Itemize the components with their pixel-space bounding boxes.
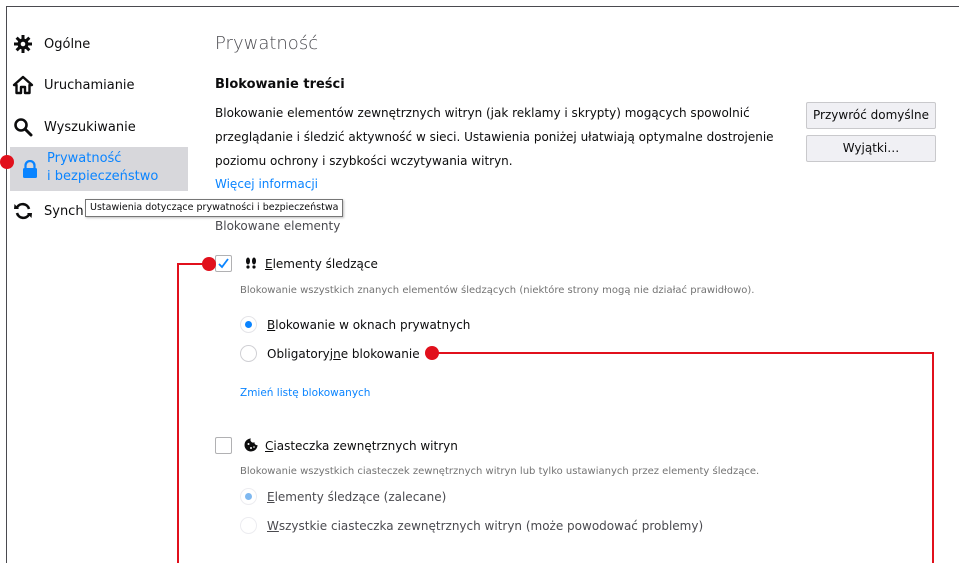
sidebar-item-general[interactable]: Ogólne — [12, 33, 90, 55]
gear-icon — [12, 33, 34, 55]
sidebar-item-startup[interactable]: Uruchamianie — [12, 74, 135, 96]
sidebar-item-label: Uruchamianie — [44, 77, 135, 93]
sidebar-item-label: Ogólne — [44, 36, 91, 52]
footprints-icon — [244, 256, 258, 275]
sidebar-item-label: Wyszukiwanie — [44, 119, 136, 135]
trackers-description: Blokowanie wszystkich znanych elementów … — [240, 285, 755, 296]
cookies-description: Blokowanie wszystkich ciasteczek zewnętr… — [240, 466, 760, 477]
change-block-list-link[interactable]: Zmień listę blokowanych — [240, 387, 370, 399]
checkmark-icon — [218, 258, 229, 269]
cookie-icon — [243, 437, 259, 457]
radio-all-cookies[interactable] — [240, 517, 257, 534]
sidebar-item-label: Synch — [44, 203, 84, 219]
section-title: Blokowanie treści — [215, 77, 345, 92]
cookies-checkbox[interactable] — [215, 437, 232, 454]
callout-dot-privacy — [0, 155, 14, 169]
trackers-label: Elementy śledzące — [265, 257, 378, 271]
radio-always-label: Obligatoryjne blokowanie — [267, 347, 420, 361]
callout-dot-always — [425, 346, 439, 360]
callout-dot-trackers — [202, 257, 216, 271]
restore-defaults-button[interactable]: Przywróć domyślne — [806, 102, 936, 129]
section-description: Blokowanie elementów zewnętrznych witryn… — [215, 106, 774, 168]
blocked-elements-heading: Blokowane elementy — [215, 219, 341, 233]
radio-cookie-trackers[interactable] — [240, 488, 257, 505]
radio-private-windows[interactable] — [240, 316, 257, 333]
sidebar-item-sync[interactable]: Synch — [12, 200, 84, 222]
radio-all-cookies-label: Wszystkie ciasteczka zewnętrznych witryn… — [267, 519, 704, 533]
radio-private-windows-label: Blokowanie w oknach prywatnych — [267, 318, 471, 332]
sidebar-item-privacy[interactable]: Prywatność i bezpieczeństwo — [10, 147, 188, 191]
callout-line-always-v — [932, 352, 934, 563]
callout-line-always-h — [438, 352, 934, 354]
exceptions-button[interactable]: Wyjątki… — [806, 135, 936, 162]
radio-cookie-trackers-label: Elementy śledzące (zalecane) — [267, 490, 447, 504]
more-info-link[interactable]: Więcej informacji — [215, 177, 318, 191]
trackers-checkbox[interactable] — [215, 255, 232, 272]
lock-icon — [22, 159, 38, 183]
tooltip: Ustawienia dotyczące prywatności i bezpi… — [85, 199, 344, 217]
sync-icon — [12, 200, 34, 222]
cookies-label: Ciasteczka zewnętrznych witryn — [265, 439, 458, 453]
home-icon — [12, 74, 34, 96]
sidebar-item-label: Prywatność i bezpieczeństwo — [47, 151, 159, 184]
radio-always[interactable] — [240, 345, 257, 362]
callout-line-trackers-h — [177, 263, 203, 265]
callout-line-trackers-v — [177, 263, 179, 563]
page-title: Prywatność — [215, 33, 319, 54]
search-icon — [12, 116, 34, 138]
sidebar-item-search[interactable]: Wyszukiwanie — [12, 116, 136, 138]
